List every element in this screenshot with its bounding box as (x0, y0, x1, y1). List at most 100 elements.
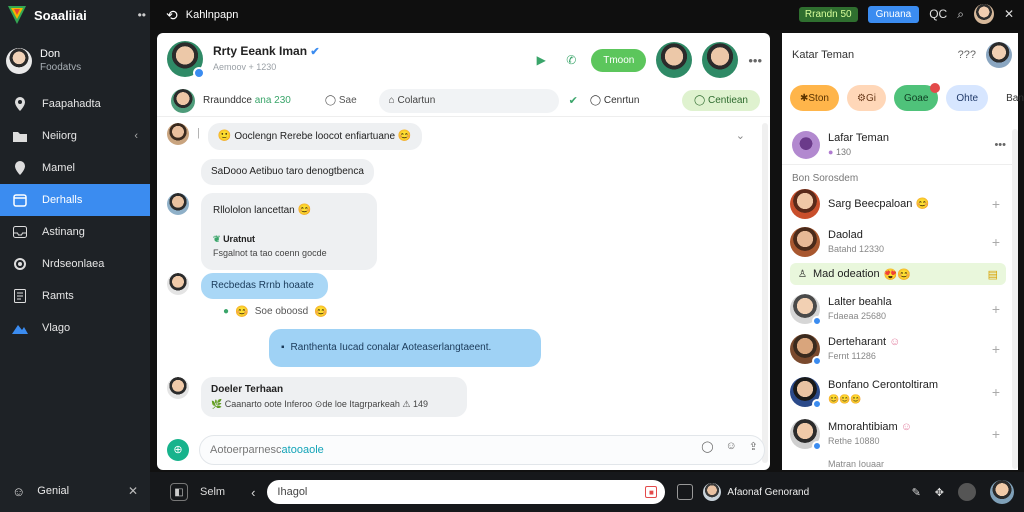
avatar[interactable] (990, 480, 1014, 504)
group-name: Lafar Teman (828, 131, 889, 144)
sidebar-item-6[interactable]: Nrdseonlaea (0, 248, 150, 280)
chevron-down-icon[interactable]: ⌄ (736, 129, 745, 142)
contact-item[interactable]: ♙ Mad odeation 😍😊 ▤ (790, 263, 1006, 285)
calendar-icon[interactable]: ▤ (988, 268, 998, 281)
add-icon[interactable]: + (992, 234, 1000, 250)
verified-icon (812, 441, 822, 451)
avatar (167, 193, 189, 215)
contact-item[interactable]: Mmorahtibiam ☺ Rethe 10880 + (782, 415, 1008, 453)
chevron-left-icon[interactable]: ‹ (134, 130, 138, 142)
sidebar-footer[interactable]: ☺ Genial ✕ (0, 476, 150, 506)
scrollbar[interactable] (1012, 129, 1018, 469)
attach-icon[interactable]: ⊕ (167, 438, 189, 461)
brand: Soaaliiai •• (6, 4, 146, 26)
message-input[interactable]: Aotoerparnesc atooaole ◯ ☺ ⇪ (199, 434, 765, 465)
bottom-user[interactable]: Afaonaf Genorand (703, 483, 809, 501)
emoji-icon: 🙂 (217, 130, 232, 142)
send-icon[interactable]: ⇪ (749, 440, 758, 453)
add-icon[interactable]: + (992, 384, 1000, 400)
image-icon[interactable]: ◧ (170, 483, 188, 501)
sidebar-item-4[interactable]: Derhalls (0, 184, 150, 216)
close-icon[interactable]: ✕ (1004, 7, 1014, 21)
scrollbar[interactable] (762, 123, 768, 463)
filter-chip[interactable]: ✱ Ston (790, 85, 839, 111)
user-name: Don (40, 48, 61, 60)
contact-item[interactable]: Bonfano Cerontoltiram 😊😊😊 + (782, 373, 1008, 411)
contact-sub: Fdaeaa 25680 (828, 311, 887, 321)
avatar[interactable] (973, 4, 994, 24)
subbar-search[interactable]: ⌂ Colartun (378, 88, 559, 113)
message-bubble[interactable]: Doeler Terhaan 🌿 Caanarto oote Inferoo ⊙… (201, 377, 467, 417)
record-icon[interactable]: ■ (645, 486, 658, 498)
subbar-search-label: Colartun (397, 95, 436, 106)
filter-chip-label: Goae (903, 92, 929, 104)
filter-chip[interactable]: Ohte (946, 85, 989, 111)
mountain-icon (12, 320, 28, 336)
primary-button[interactable]: Gnuana (867, 5, 920, 23)
filter-chip[interactable]: Goae (893, 83, 941, 111)
panel-dropdown[interactable]: ??? (958, 49, 976, 61)
emoji-icon: 😊 (235, 306, 249, 318)
chat-icon[interactable]: ✎ (912, 486, 921, 499)
contact-item[interactable]: Lalter beahla Fdaeaa 25680 + (782, 291, 1008, 327)
sidebar-item-5[interactable]: Astinang (0, 216, 150, 248)
qc-icon[interactable]: QC (929, 7, 947, 21)
filter-chip[interactable]: Ban (996, 85, 1024, 111)
status-dot[interactable] (958, 483, 976, 501)
message-row: Doeler Terhaan 🌿 Caanarto oote Inferoo ⊙… (167, 377, 467, 417)
contact-item[interactable]: Daolad Batahd 12330 + (782, 223, 1008, 261)
more-icon[interactable]: ••• (994, 139, 1006, 151)
chevron-left-icon[interactable]: ‹ (251, 485, 255, 500)
search-icon[interactable]: ⌕ (957, 7, 964, 22)
add-icon[interactable]: + (992, 301, 1000, 317)
subbar-pill[interactable]: ◯ Centiean (681, 90, 760, 111)
message-row: Recbedas Rrnb hoaate ● 😊 Soe oboosd 😊 (167, 273, 328, 318)
call-button[interactable]: Tmoon (591, 48, 647, 72)
video-icon[interactable]: ▶ (531, 50, 551, 70)
emoji-icon[interactable]: ☺ (726, 440, 737, 453)
contact-emojis: 😊😊😊 (828, 394, 862, 404)
avatar[interactable] (986, 42, 1012, 68)
subbar-option[interactable]: ◯ Cenrtun (590, 95, 640, 106)
contact-item[interactable]: Derteharant ☺ Fernt 11286 + (782, 331, 1008, 367)
close-icon[interactable]: ✕ (128, 484, 138, 498)
contact-item[interactable]: Matran Iouaar (782, 459, 1008, 469)
panel-header: Katar Teman ??? (782, 33, 1018, 77)
group-item[interactable]: Lafar Teman ● 130 ••• (782, 125, 1018, 165)
sidebar-item-3[interactable]: Mamel (0, 152, 150, 184)
add-icon[interactable]: + (992, 341, 1000, 357)
add-icon[interactable]: + (992, 196, 1000, 212)
message-bubble[interactable]: SaDooo Aetibuo taro denogtbenca (201, 159, 374, 185)
subbar-name-text: Rraunddce (203, 95, 252, 106)
more-icon[interactable]: ••• (748, 53, 762, 68)
bottom-input[interactable]: Ihagol ■ (267, 480, 666, 504)
sidebar-user[interactable]: Don Foodatvs (6, 44, 146, 78)
contact-item[interactable]: Sarg Beecpaloan 😊 + (782, 187, 1008, 221)
attachment-title-text: Uratnut (223, 234, 256, 244)
share-icon[interactable]: ✥ (935, 486, 944, 499)
message-bubble[interactable]: 🙂 Ooclengn Rerebe loocot enfiartuane 😊 (207, 123, 422, 150)
back-icon[interactable]: ⟲ (166, 7, 178, 24)
dots-icon[interactable]: •• (138, 8, 146, 22)
message-bubble[interactable]: Recbedas Rrnb hoaate (201, 273, 328, 299)
sidebar-item-1[interactable]: Faapahadta (0, 88, 150, 120)
mic-icon[interactable]: ◯ (701, 440, 713, 453)
add-icon[interactable]: + (992, 426, 1000, 442)
filter-chip[interactable]: ⚙ Gi (846, 85, 886, 111)
contact-subtitle: Aemoov + 1230 (213, 61, 277, 72)
avatar[interactable] (702, 42, 739, 78)
avatar[interactable] (656, 42, 693, 78)
message-text: Caanarto oote Inferoo ⊙de loe Itagrparke… (224, 399, 400, 409)
avatar[interactable] (167, 41, 205, 79)
subbar-option-label: Cenrtun (603, 95, 640, 106)
message-row: ▪ Ranthenta Iucad conalar Aoteaserlangta… (269, 329, 541, 367)
message-bubble[interactable]: Rllololon lancettan 😊 ❦ Uratnut Fsgalnot… (201, 193, 377, 270)
square-icon[interactable] (677, 484, 694, 500)
sidebar-item-2[interactable]: Neiiorg ‹ (0, 120, 150, 152)
message-bubble[interactable]: ▪ Ranthenta Iucad conalar Aoteaserlangta… (269, 329, 541, 367)
subbar-chip[interactable]: ◯ Sae (325, 95, 357, 106)
composer: ⊕ Aotoerparnesc atooaole ◯ ☺ ⇪ (157, 429, 770, 470)
sidebar-item-8[interactable]: Vlago (0, 312, 150, 344)
phone-icon[interactable]: ✆ (561, 50, 581, 70)
sidebar-item-7[interactable]: Ramts (0, 280, 150, 312)
